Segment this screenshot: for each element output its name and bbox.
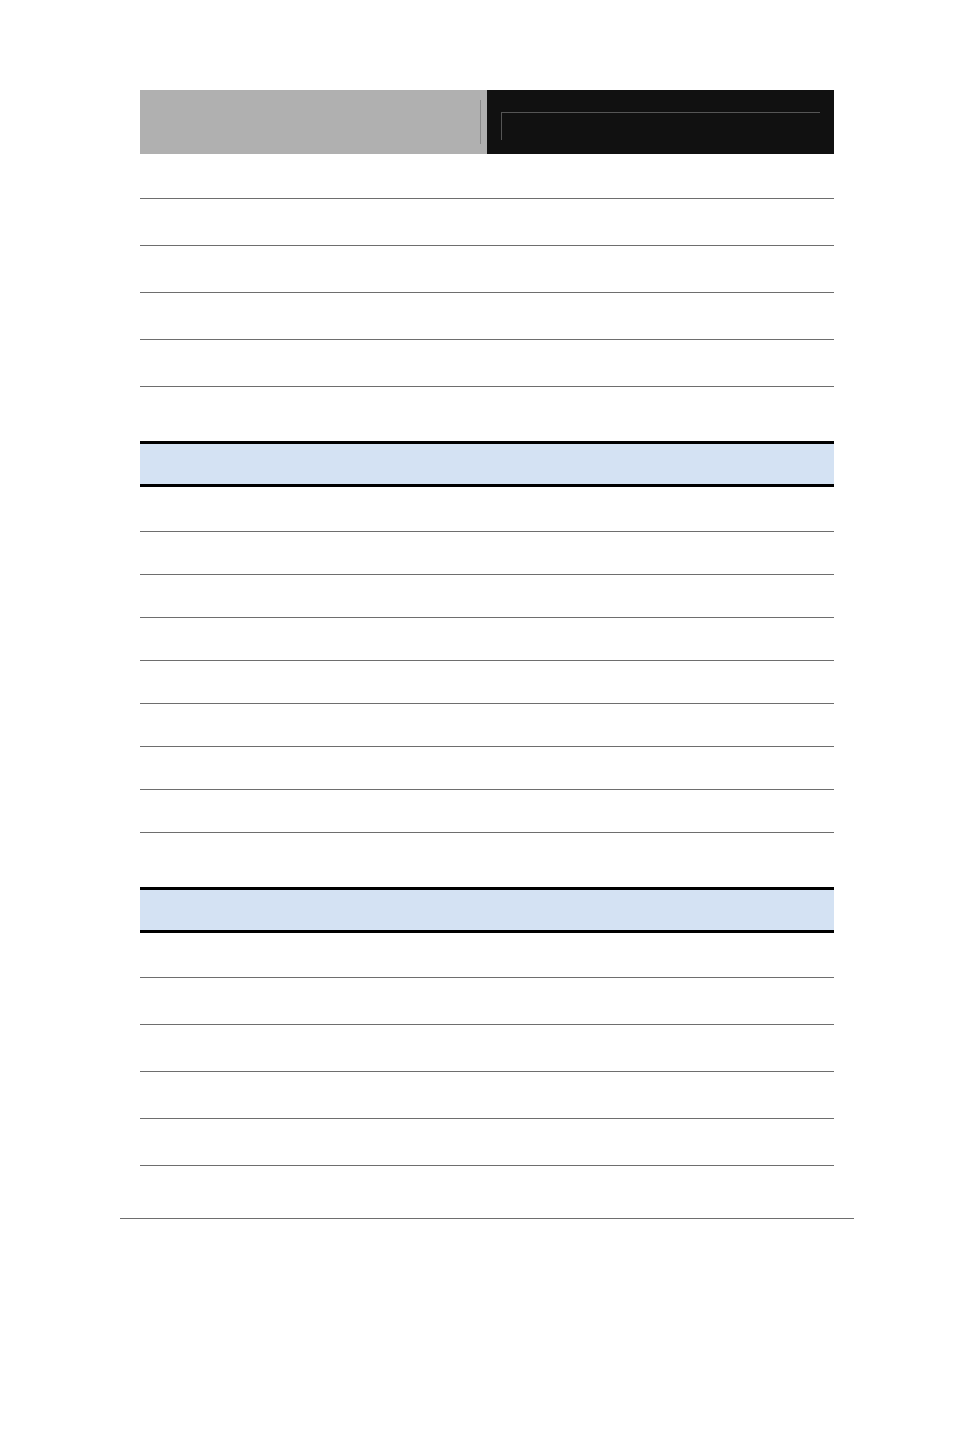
rule-line (140, 977, 834, 978)
rule-line (140, 292, 834, 293)
rule-line (140, 198, 834, 199)
rule-line (140, 1165, 834, 1166)
rule-line (140, 245, 834, 246)
rule-line (140, 660, 834, 661)
tab-right-inner-left-line (501, 112, 502, 140)
section3-header (140, 887, 834, 933)
rule-line (140, 789, 834, 790)
rule-line (140, 746, 834, 747)
rule-line (140, 531, 834, 532)
rule-line (140, 703, 834, 704)
section3-rows (140, 977, 834, 1166)
rule-line (140, 339, 834, 340)
section2-rows (140, 531, 834, 833)
rule-line (140, 386, 834, 387)
rule-line (140, 1071, 834, 1072)
rule-line (140, 1024, 834, 1025)
section2-header (140, 441, 834, 487)
rule-line (140, 832, 834, 833)
tab-right[interactable] (487, 90, 834, 154)
rule-line (140, 1118, 834, 1119)
rule-line (140, 617, 834, 618)
rule-line (140, 574, 834, 575)
page (0, 0, 954, 1434)
section1-rows (140, 198, 834, 387)
tabs (140, 90, 834, 154)
footer-line (120, 1218, 854, 1219)
tab-left[interactable] (140, 90, 487, 154)
tab-right-inner-top-line (501, 112, 820, 113)
